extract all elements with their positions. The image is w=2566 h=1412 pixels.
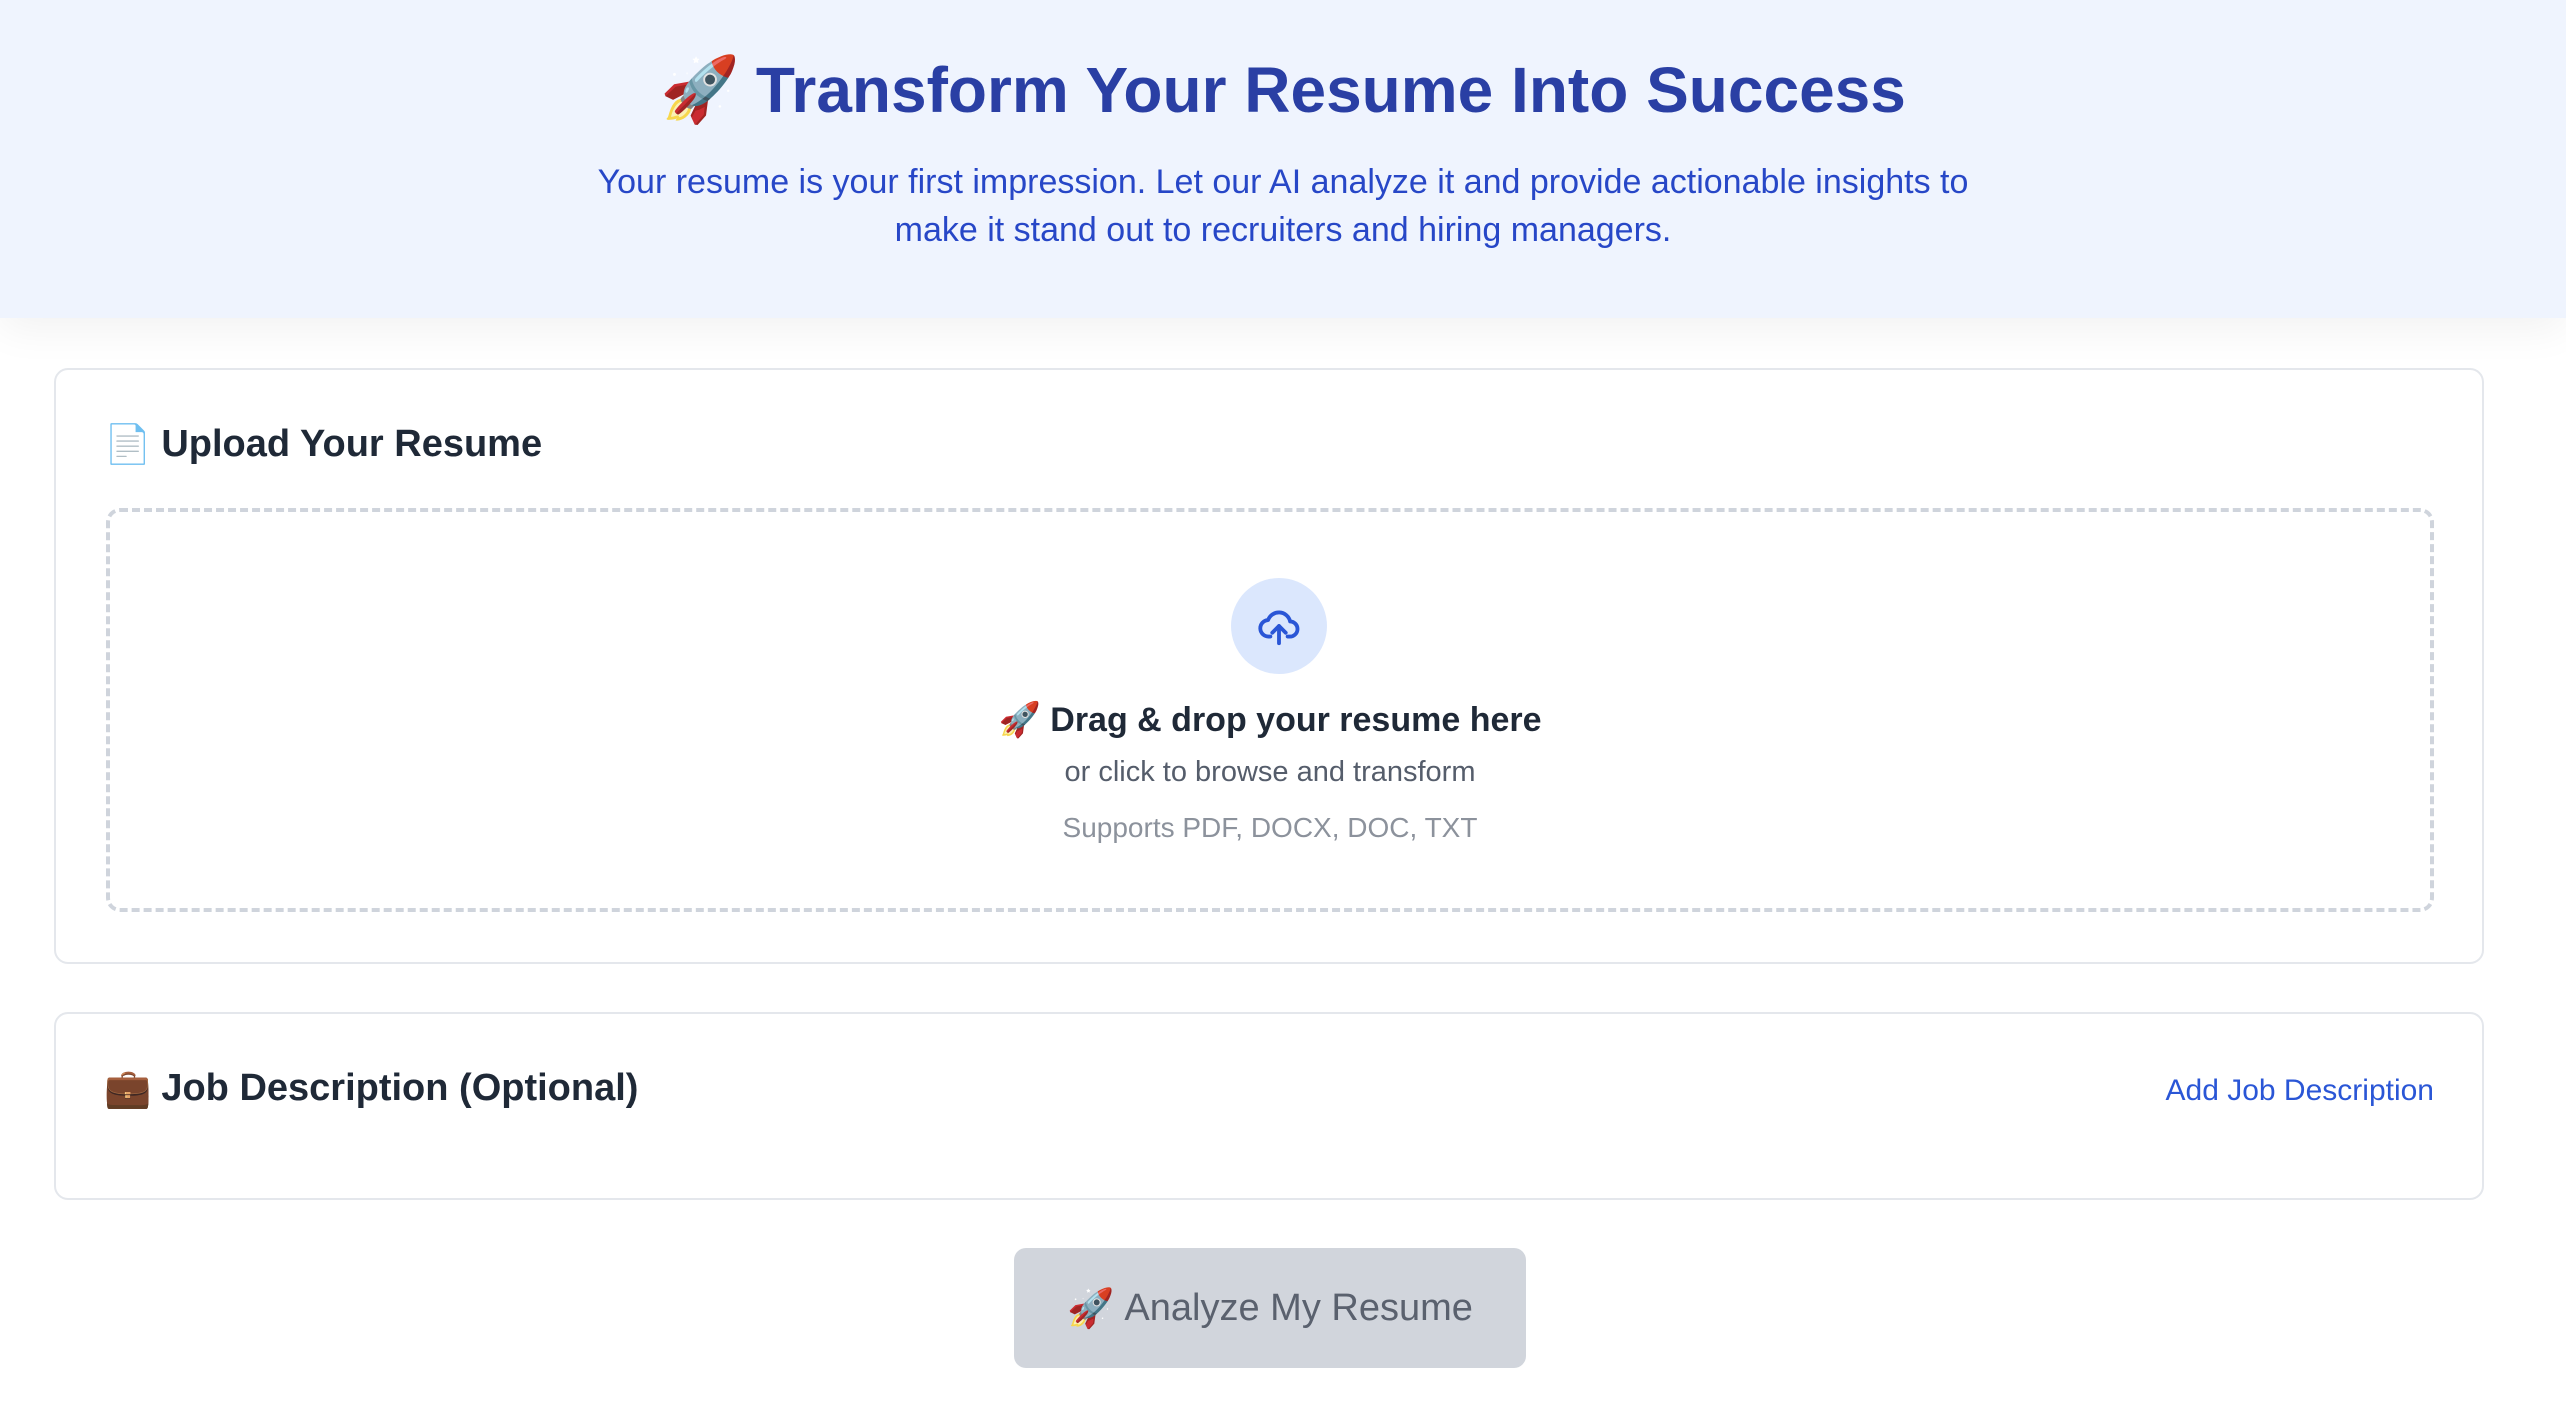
upload-resume-card: 📄 Upload Your Resume 🚀 Drag & drop your …: [54, 368, 2484, 964]
rocket-icon: 🚀: [1067, 1285, 1115, 1330]
upload-card-title-text: Upload Your Resume: [161, 423, 543, 465]
rocket-icon: 🚀: [660, 53, 740, 127]
hero-banner: 🚀 Transform Your Resume Into Success You…: [0, 0, 2566, 318]
dropzone-supported-formats: Supports PDF, DOCX, DOC, TXT: [1062, 812, 1478, 843]
add-job-description-link[interactable]: Add Job Description: [2166, 1074, 2434, 1108]
analyze-resume-button[interactable]: 🚀 Analyze My Resume: [1014, 1248, 1526, 1368]
page-title-text: Transform Your Resume Into Success: [755, 53, 1906, 126]
dropzone-main-label: Drag & drop your resume here: [1050, 701, 1542, 739]
job-card-title: 💼 Job Description (Optional): [104, 1066, 638, 1111]
dropzone-browse-text: or click to browse and transform: [1064, 756, 1476, 788]
page-title: 🚀 Transform Your Resume Into Success: [0, 52, 2566, 127]
job-description-card: 💼 Job Description (Optional) Add Job Des…: [54, 1012, 2484, 1200]
job-card-title-text: Job Description (Optional): [161, 1067, 639, 1109]
rocket-icon: 🚀: [998, 700, 1041, 740]
briefcase-icon: 💼: [104, 1066, 152, 1110]
cloud-upload-icon: [1231, 578, 1327, 674]
document-icon: 📄: [104, 422, 152, 466]
dropzone-main-text: 🚀 Drag & drop your resume here: [110, 700, 2430, 740]
upload-card-title: 📄 Upload Your Resume: [104, 422, 542, 467]
analyze-button-label: Analyze My Resume: [1124, 1286, 1473, 1329]
page-subtitle: Your resume is your first impression. Le…: [597, 163, 1969, 249]
resume-dropzone[interactable]: 🚀 Drag & drop your resume here or click …: [106, 508, 2434, 912]
